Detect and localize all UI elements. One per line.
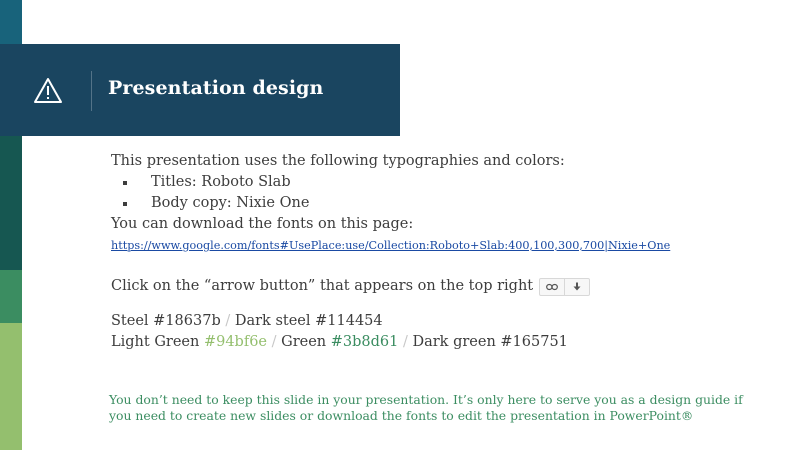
stripe-light-green (0, 323, 22, 450)
header-divider (91, 71, 92, 111)
color-hex-dark-green: #165751 (500, 334, 568, 350)
color-hex-dark-steel: #114454 (315, 313, 383, 329)
design-guide-note: You don’t need to keep this slide in you… (109, 392, 743, 423)
page-title: Presentation design (108, 77, 324, 99)
stripe-dark-green (0, 136, 22, 270)
arrow-button-widget[interactable] (539, 277, 591, 296)
bullet-titles-font: Titles: Roboto Slab (123, 172, 771, 193)
link-icon[interactable] (540, 279, 564, 295)
color-label-green: Green (281, 334, 331, 350)
intro-text: This presentation uses the following typ… (111, 153, 565, 169)
title-banner: Presentation design (0, 44, 400, 136)
font-list: Titles: Roboto Slab Body copy: Nixie One (111, 172, 771, 214)
arrow-instruction: Click on the “arrow button” that appears… (111, 276, 771, 297)
arrow-instruction-text: Click on the “arrow button” that appears… (111, 278, 534, 294)
arrow-down-icon[interactable] (564, 278, 589, 295)
warning-triangle-icon (34, 78, 62, 103)
stripe-green (0, 270, 22, 323)
palette-line-2: Light Green #94bf6e / Green #3b8d61 / Da… (111, 332, 771, 353)
bullet-body-font: Body copy: Nixie One (123, 193, 771, 214)
color-label-light-green: Light Green (111, 334, 204, 350)
color-hex-light-green: #94bf6e (203, 334, 268, 350)
color-separator: / (402, 334, 408, 350)
color-separator: / (271, 334, 277, 350)
color-label-steel: Steel (111, 313, 154, 329)
color-label-dark-steel: Dark steel (234, 313, 316, 329)
color-hex-steel: #18637b (153, 313, 221, 329)
fonts-link[interactable]: https://www.google.com/fonts#UsePlace:us… (111, 238, 670, 254)
color-hex-green: #3b8d61 (330, 334, 399, 350)
stripe-steel (0, 0, 22, 44)
slide-body: This presentation uses the following typ… (111, 151, 771, 353)
color-label-dark-green: Dark green (412, 334, 501, 350)
palette-line-1: Steel #18637b / Dark steel #114454 (111, 311, 771, 332)
color-separator: / (225, 313, 231, 329)
download-text: You can download the fonts on this page: (111, 216, 414, 232)
